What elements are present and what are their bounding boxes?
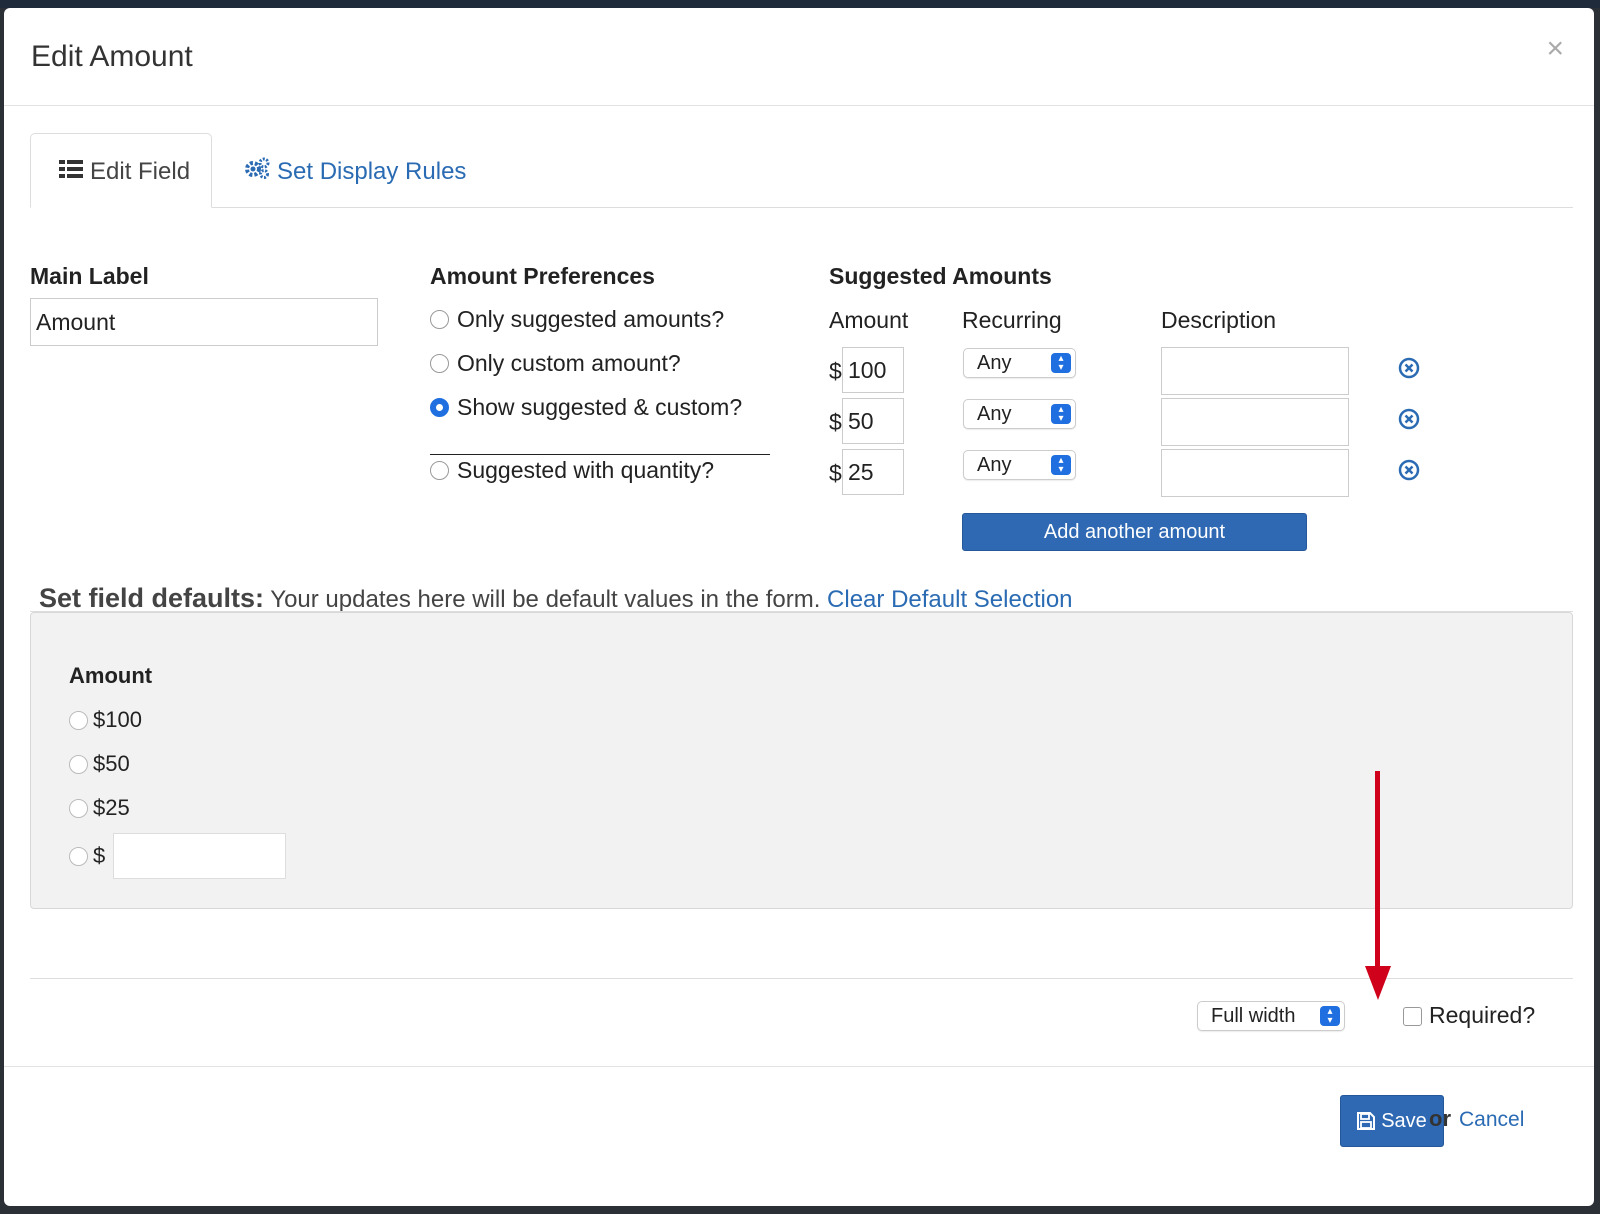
field-defaults-title: Set field defaults: (39, 583, 265, 613)
radio-button[interactable] (69, 846, 88, 866)
modal-footer-divider (4, 1066, 1594, 1067)
add-another-amount-button[interactable]: Add another amount (962, 513, 1307, 551)
remove-circle-icon[interactable] (1398, 357, 1420, 379)
tab-edit-field-label: Edit Field (90, 158, 191, 185)
recurring-value: Any (977, 402, 1012, 425)
page-backdrop (0, 0, 1600, 8)
remove-circle-icon[interactable] (1398, 459, 1420, 481)
annotation-arrow-shaft (1375, 771, 1380, 971)
radio-button[interactable] (69, 798, 88, 818)
preview-custom-option[interactable]: $ (69, 843, 105, 869)
tab-set-display-rules[interactable]: Set Display Rules (244, 157, 466, 186)
pref-option-label: Suggested with quantity? (457, 457, 715, 483)
preview-option-label: $25 (93, 795, 130, 820)
preview-option-label: $50 (93, 751, 130, 776)
main-label-heading: Main Label (30, 263, 149, 289)
tab-edit-field[interactable]: Edit Field (30, 133, 212, 208)
recurring-value: Any (977, 453, 1012, 476)
preview-option[interactable]: $100 (69, 707, 142, 733)
main-label-input[interactable]: Amount (30, 298, 378, 346)
column-description: Description (1161, 307, 1277, 333)
pref-option-only-custom[interactable]: Only custom amount? (430, 350, 681, 377)
radio-button[interactable] (430, 354, 449, 373)
options-divider (30, 978, 1573, 979)
select-arrows-icon: ▴ ▾ (1051, 404, 1071, 424)
description-input[interactable] (1161, 449, 1349, 497)
edit-amount-modal: Edit Amount × Edit Field Set Display Rul… (4, 8, 1594, 1206)
modal-header: Edit Amount × (4, 8, 1594, 106)
cancel-link[interactable]: Cancel (1459, 1108, 1524, 1132)
preview-custom-prefix: $ (93, 843, 106, 868)
list-icon (59, 158, 83, 186)
recurring-select[interactable]: Any ▴ ▾ (963, 399, 1076, 429)
remove-circle-icon[interactable] (1398, 408, 1420, 430)
clear-default-selection-link[interactable]: Clear Default Selection (827, 586, 1072, 613)
modal-title: Edit Amount (31, 40, 193, 73)
select-arrows-icon: ▴ ▾ (1320, 1006, 1340, 1026)
pref-option-suggested-and-custom[interactable]: Show suggested & custom? (430, 394, 742, 421)
or-text: or (1429, 1106, 1451, 1131)
recurring-select[interactable]: Any ▴ ▾ (963, 450, 1076, 480)
save-label: Save (1381, 1109, 1427, 1132)
required-label: Required? (1429, 1002, 1536, 1028)
amount-preferences-heading: Amount Preferences (430, 263, 655, 289)
radio-button-checked[interactable] (430, 398, 449, 417)
recurring-select[interactable]: Any ▴ ▾ (963, 348, 1076, 378)
radio-button[interactable] (69, 710, 88, 730)
amount-input[interactable]: 50 (842, 398, 904, 444)
preview-custom-amount-input[interactable] (113, 833, 286, 879)
pref-option-label: Only suggested amounts? (457, 306, 725, 332)
radio-button[interactable] (69, 754, 88, 774)
radio-button[interactable] (430, 310, 449, 329)
radio-button[interactable] (430, 461, 449, 480)
preview-amount-heading: Amount (69, 663, 153, 688)
amount-input[interactable]: 25 (842, 449, 904, 495)
suggested-amounts-heading: Suggested Amounts (829, 263, 1052, 289)
pref-option-suggested-with-quantity[interactable]: Suggested with quantity? (430, 457, 714, 484)
field-defaults-line: Set field defaults: Your updates here wi… (39, 583, 1073, 614)
width-select-value: Full width (1211, 1004, 1296, 1027)
preview-option-label: $100 (93, 707, 142, 732)
recurring-value: Any (977, 351, 1012, 374)
preview-option[interactable]: $25 (69, 795, 130, 821)
preview-option[interactable]: $50 (69, 751, 130, 777)
close-icon[interactable]: × (1546, 34, 1564, 64)
field-defaults-text: Your updates here will be default values… (264, 586, 828, 613)
select-arrows-icon: ▴ ▾ (1051, 353, 1071, 373)
width-select[interactable]: Full width ▴ ▾ (1197, 1001, 1345, 1031)
pref-option-label: Show suggested & custom? (457, 394, 743, 420)
save-icon (1357, 1112, 1376, 1130)
required-checkbox[interactable] (1403, 1007, 1422, 1026)
tab-set-display-rules-label: Set Display Rules (277, 157, 467, 185)
gears-icon (244, 157, 270, 186)
preferences-divider (430, 454, 770, 455)
select-arrows-icon: ▴ ▾ (1051, 455, 1071, 475)
description-input[interactable] (1161, 347, 1349, 395)
pref-option-only-suggested[interactable]: Only suggested amounts? (430, 306, 724, 333)
annotation-arrow-head (1365, 966, 1391, 1000)
pref-option-label: Only custom amount? (457, 350, 681, 376)
currency-symbol: $ (829, 409, 842, 435)
amount-input[interactable]: 100 (842, 347, 904, 393)
currency-symbol: $ (829, 460, 842, 486)
defaults-preview-panel: Amount $100 $50 $25 $ (30, 612, 1573, 909)
column-recurring: Recurring (962, 307, 1062, 333)
description-input[interactable] (1161, 398, 1349, 446)
currency-symbol: $ (829, 358, 842, 384)
column-amount: Amount (829, 307, 909, 333)
tabs-divider (30, 207, 1573, 208)
